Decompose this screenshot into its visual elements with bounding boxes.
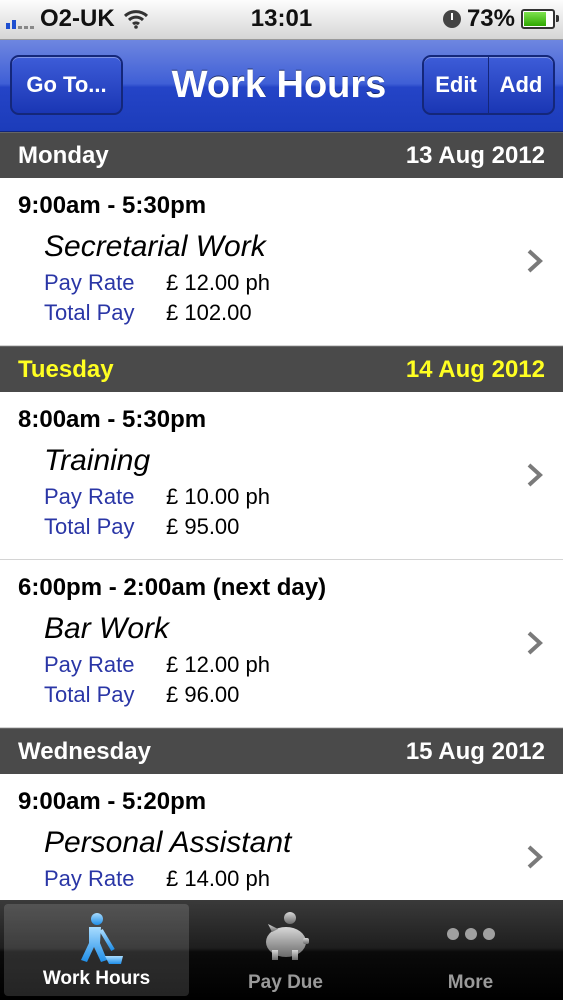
status-bar: O2-UK 13:01 73% [0, 0, 563, 40]
work-entry-row[interactable]: 9:00am - 5:20pm Personal Assistant Pay R… [0, 774, 563, 900]
section-header-tuesday: Tuesday 14 Aug 2012 [0, 346, 563, 392]
tab-pay-due[interactable]: Pay Due [193, 900, 378, 1000]
chevron-right-icon[interactable] [525, 462, 545, 488]
battery-icon [521, 9, 559, 29]
pay-rate-label: Pay Rate [44, 484, 135, 509]
entry-time: 6:00pm - 2:00am (next day) [18, 574, 327, 601]
work-entry-row[interactable]: 8:00am - 5:30pm Training Pay Rate £ 10.0… [0, 392, 563, 560]
section-header-wednesday: Wednesday 15 Aug 2012 [0, 728, 563, 774]
tab-label: Work Hours [42, 968, 151, 989]
section-day: Wednesday [18, 737, 151, 765]
entry-time: 9:00am - 5:30pm [18, 192, 207, 219]
total-pay-label: Total Pay [44, 682, 135, 707]
section-day: Tuesday [18, 355, 114, 383]
entry-time: 9:00am - 5:20pm [18, 788, 207, 815]
section-date: 14 Aug 2012 [405, 355, 545, 383]
page-title: Work Hours [171, 64, 387, 106]
add-button[interactable]: Add [488, 57, 553, 113]
section-day: Monday [18, 141, 109, 169]
work-entry-row[interactable]: 6:00pm - 2:00am (next day) Bar Work Pay … [0, 560, 563, 728]
entry-job: Secretarial Work [44, 230, 266, 263]
chevron-right-icon[interactable] [525, 248, 545, 274]
section-date: 13 Aug 2012 [405, 141, 545, 169]
pay-rate-value: £ 10.00 ph [166, 484, 270, 509]
goto-button[interactable]: Go To... [10, 55, 123, 115]
work-entry-row[interactable]: 9:00am - 5:30pm Secretarial Work Pay Rat… [0, 178, 563, 346]
entry-job: Personal Assistant [44, 826, 292, 859]
entry-time: 8:00am - 5:30pm [18, 406, 207, 433]
piggy-bank-icon [265, 912, 309, 960]
section-date: 15 Aug 2012 [405, 737, 545, 765]
tab-work-hours[interactable]: Work Hours [4, 904, 189, 996]
pay-rate-value: £ 12.00 ph [166, 270, 270, 295]
total-pay-value: £ 95.00 [166, 514, 240, 539]
total-pay-label: Total Pay [44, 514, 135, 539]
edit-add-button-group: Edit Add [422, 55, 555, 115]
tab-label: Pay Due [248, 972, 323, 993]
total-pay-value: £ 96.00 [166, 682, 240, 707]
entry-job: Training [44, 444, 151, 477]
clock-icon [442, 10, 461, 28]
navigation-bar: Go To... Work Hours Edit Add [0, 40, 563, 132]
total-pay-label: Total Pay [44, 300, 135, 325]
pay-rate-value: £ 12.00 ph [166, 652, 270, 677]
pay-rate-value: £ 14.00 ph [166, 866, 270, 891]
tab-more[interactable]: More [378, 900, 563, 1000]
tab-label: More [447, 972, 494, 993]
status-right: 73% [442, 5, 559, 33]
work-hours-list[interactable]: Monday 13 Aug 2012 9:00am - 5:30pm Secre… [0, 132, 563, 900]
pay-rate-label: Pay Rate [44, 652, 135, 677]
pay-rate-label: Pay Rate [44, 866, 135, 891]
edit-button[interactable]: Edit [424, 57, 488, 113]
more-dots-icon [446, 928, 495, 940]
section-header-monday: Monday 13 Aug 2012 [0, 132, 563, 178]
pay-rate-label: Pay Rate [44, 270, 135, 295]
tab-bar: Work Hours Pay Due More [0, 900, 563, 1000]
entry-job: Bar Work [44, 612, 170, 645]
battery-percent: 73% [466, 5, 515, 32]
chevron-right-icon[interactable] [525, 630, 545, 656]
worker-shovel-icon [80, 913, 123, 964]
chevron-right-icon[interactable] [525, 844, 545, 870]
total-pay-value: £ 102.00 [166, 300, 252, 325]
